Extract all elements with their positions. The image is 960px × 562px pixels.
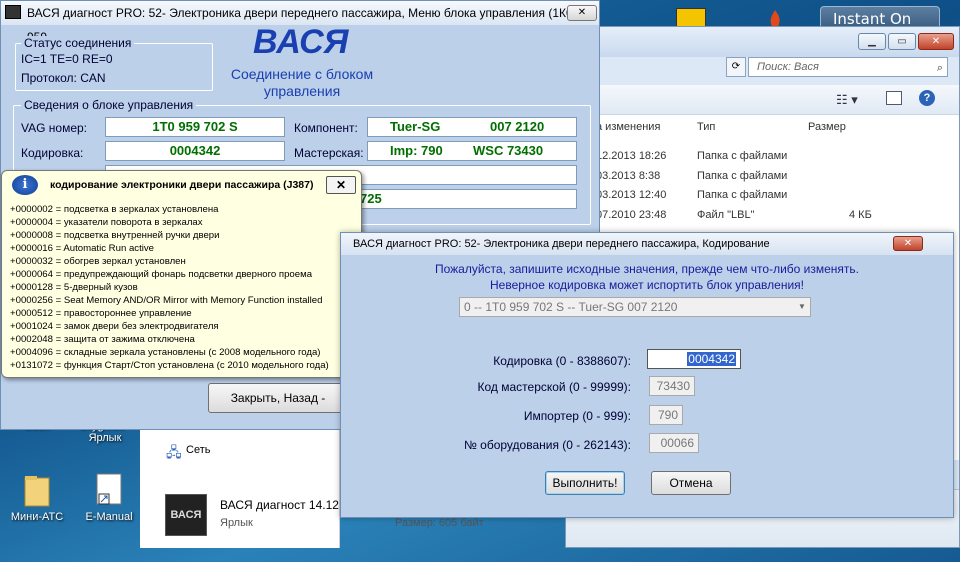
- coding-option: +0000032 = обогрев зеркал установлен: [10, 256, 186, 267]
- warning-line-2: Неверное кодировка может испортить блок …: [490, 278, 804, 292]
- row-date: 12.2013 18:26: [596, 150, 667, 162]
- minimize-button[interactable]: ▁: [858, 33, 886, 50]
- chevron-down-icon: ▼: [798, 302, 806, 311]
- search-icon: ⌕: [936, 62, 943, 74]
- equipment-range-label: № оборудования (0 - 262143):: [463, 438, 631, 452]
- selected-file-size: Размер: 605 байт: [395, 517, 484, 529]
- warning-line-1: Пожалуйста, запишите исходные значения, …: [434, 262, 859, 276]
- coding-dialog: ВАСЯ диагност PRO: 52- Электроника двери…: [340, 232, 954, 518]
- explorer-titlebar: ▁ ▭ ✕: [566, 27, 959, 57]
- coding-input[interactable]: 0004342: [647, 349, 741, 369]
- coding-option: +0002048 = защита от зажима отключена: [10, 334, 195, 345]
- workshop-code-input: 73430: [649, 376, 695, 396]
- coding-option: +0001024 = замок двери без электродвигат…: [10, 321, 219, 332]
- row-type: Папка с файлами: [697, 170, 788, 182]
- info-icon: i: [12, 175, 38, 195]
- workshop-range-label: Код мастерской (0 - 99999):: [477, 380, 632, 394]
- tooltip-title: кодирование электроники двери пассажира …: [50, 179, 314, 191]
- vag-number-field: 1T0 959 702 S: [105, 117, 285, 137]
- dialog-title: ВАСЯ диагност PRO: 52- Электроника двери…: [353, 238, 770, 250]
- close-button[interactable]: ✕: [918, 33, 954, 50]
- vasya-logo: ВАСЯ: [253, 23, 349, 61]
- vasya-shortcut-icon: ВАСЯ: [165, 494, 207, 536]
- coding-field: 0004342: [105, 141, 285, 161]
- app-icon: [5, 5, 21, 19]
- main-titlebar: ВАСЯ диагност PRO: 52- Электроника двери…: [1, 1, 599, 44]
- row-type: Файл "LBL": [697, 209, 755, 221]
- row-type: Папка с файлами: [697, 150, 788, 162]
- subtitle-line1: Соединение с блоком: [230, 66, 374, 82]
- coding-option: +0000512 = правостороннее управление: [10, 308, 192, 319]
- connection-status-label: Статус соединения: [21, 36, 135, 50]
- nav-item-network[interactable]: Сеть: [186, 444, 210, 456]
- search-input[interactable]: Поиск: Вася ⌕: [748, 57, 948, 77]
- shortcut-icon: [93, 472, 125, 508]
- maximize-button[interactable]: ▭: [888, 33, 916, 50]
- importer-range-label: Импортер (0 - 999):: [523, 409, 631, 423]
- row-size: 4 КБ: [849, 209, 872, 221]
- coding-option: +0004096 = складные зеркала установлены …: [10, 347, 321, 358]
- desktop-icon-e-manual[interactable]: E-Manual: [74, 472, 144, 523]
- row-type: Папка с файлами: [697, 189, 788, 201]
- coding-range-label: Кодировка (0 - 8388607):: [493, 354, 631, 368]
- preview-pane-icon[interactable]: [886, 91, 902, 105]
- network-icon: 🖧: [166, 444, 182, 460]
- coding-option: +0000064 = предупреждающий фонарь подсве…: [10, 269, 313, 280]
- row-date: 03.2013 12:40: [596, 189, 667, 201]
- row-date: 07.2010 23:48: [596, 209, 667, 221]
- vag-number-label: VAG номер:: [21, 121, 88, 135]
- column-size[interactable]: Размер: [808, 121, 846, 133]
- workshop-field: Imp: 790 WSC 73430: [367, 141, 577, 161]
- subtitle-line2: управления: [263, 83, 341, 99]
- coding-option: +0000128 = 5-дверный кузов: [10, 282, 138, 293]
- selected-file-type: Ярлык: [220, 517, 253, 529]
- component-label: Компонент:: [294, 121, 358, 135]
- coding-option: +0000256 = Seat Memory AND/OR Mirror wit…: [10, 295, 323, 306]
- dialog-close-icon[interactable]: ✕: [893, 236, 923, 251]
- execute-button[interactable]: Выполнить!: [545, 471, 625, 495]
- coding-option: +0000004 = указатели поворота в зеркалах: [10, 217, 203, 228]
- connection-ic-text: IC=1 TE=0 RE=0: [21, 52, 113, 66]
- refresh-icon[interactable]: ⟳: [726, 57, 746, 77]
- coding-option: +0000002 = подсветка в зеркалах установл…: [10, 204, 219, 215]
- equipment-number-input: 00066: [649, 433, 699, 453]
- cancel-button[interactable]: Отмена: [651, 471, 731, 495]
- desktop-icon-mini-ats[interactable]: Мини-АТС: [2, 472, 72, 523]
- importer-input: 790: [649, 405, 683, 425]
- dialog-titlebar: ВАСЯ диагност PRO: 52- Электроника двери…: [341, 233, 953, 255]
- coding-option: +0000008 = подсветка внутренней ручки дв…: [10, 230, 220, 241]
- selected-file-name: ВАСЯ диагност 14.12.: [220, 498, 343, 512]
- row-date: 03.2013 8:38: [596, 170, 661, 182]
- folder-icon: [21, 472, 53, 508]
- coding-label: Кодировка:: [21, 146, 84, 160]
- column-date[interactable]: а изменения: [596, 121, 660, 133]
- close-icon[interactable]: ✕: [567, 5, 597, 21]
- control-unit-info-label: Сведения о блоке управления: [21, 98, 197, 112]
- workshop-label: Мастерская:: [294, 146, 364, 160]
- view-options-icon[interactable]: ☷ ▾: [836, 92, 858, 108]
- component-field: Tuer-SG 007 2120: [367, 117, 577, 137]
- coding-tooltip: i кодирование электроники двери пассажир…: [1, 170, 362, 378]
- explorer-toolbar: ☷ ▾ ?: [566, 85, 959, 115]
- protocol-text: Протокол: CAN: [21, 71, 106, 85]
- column-type[interactable]: Тип: [697, 121, 715, 133]
- coding-option: +0131072 = функция Старт/Стоп установлен…: [10, 360, 329, 371]
- help-icon[interactable]: ?: [919, 90, 935, 106]
- tooltip-close-button[interactable]: ✕: [326, 176, 356, 194]
- close-back-button[interactable]: Закрыть, Назад -: [208, 383, 348, 413]
- coding-option: +0000016 = Automatic Run active: [10, 243, 155, 254]
- control-unit-select[interactable]: 0 -- 1T0 959 702 S -- Tuer-SG 007 2120 ▼: [459, 297, 811, 317]
